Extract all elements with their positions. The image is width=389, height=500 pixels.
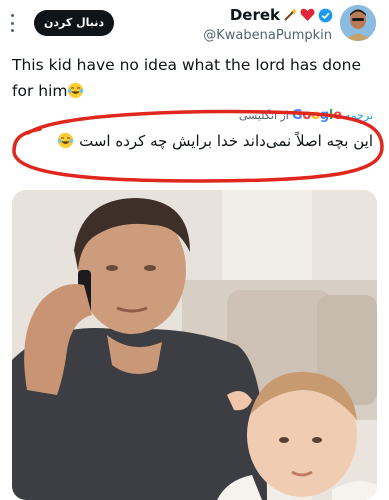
tweet-header: دنبال کردن Derek @KwabenaPumpkin <box>0 0 389 50</box>
google-logo: Google <box>291 108 342 123</box>
translated-text: این بچه اصلاً نمی‌داند خدا برایش چه کرده… <box>23 132 373 150</box>
avatar[interactable] <box>340 5 376 41</box>
tweet-text: This kid have no idea what the lord has … <box>12 52 372 104</box>
translated-from-row: ترجمه Google از انگلیسی <box>239 108 373 123</box>
photo-man-on-phone-with-baby <box>12 190 377 500</box>
follow-button[interactable]: دنبال کردن <box>34 10 115 36</box>
author-name-row[interactable]: Derek <box>230 6 333 24</box>
tweet-photo[interactable] <box>12 190 377 500</box>
tweet-body: This kid have no idea what the lord has … <box>12 56 361 100</box>
author-handle[interactable]: @KwabenaPumpkin <box>203 28 332 43</box>
translated-body: این بچه اصلاً نمی‌داند خدا برایش چه کرده… <box>79 132 373 150</box>
laughing-tears-emoji <box>58 132 74 149</box>
more-options-icon[interactable] <box>10 14 14 32</box>
translate-label[interactable]: ترجمه <box>345 109 373 122</box>
laughing-tears-emoji <box>68 82 84 99</box>
author-name[interactable]: Derek <box>230 6 280 24</box>
verified-badge-icon <box>318 8 333 22</box>
wand-icon <box>284 8 297 21</box>
translated-from-label: از انگلیسی <box>238 109 289 122</box>
heart-icon <box>300 8 315 21</box>
